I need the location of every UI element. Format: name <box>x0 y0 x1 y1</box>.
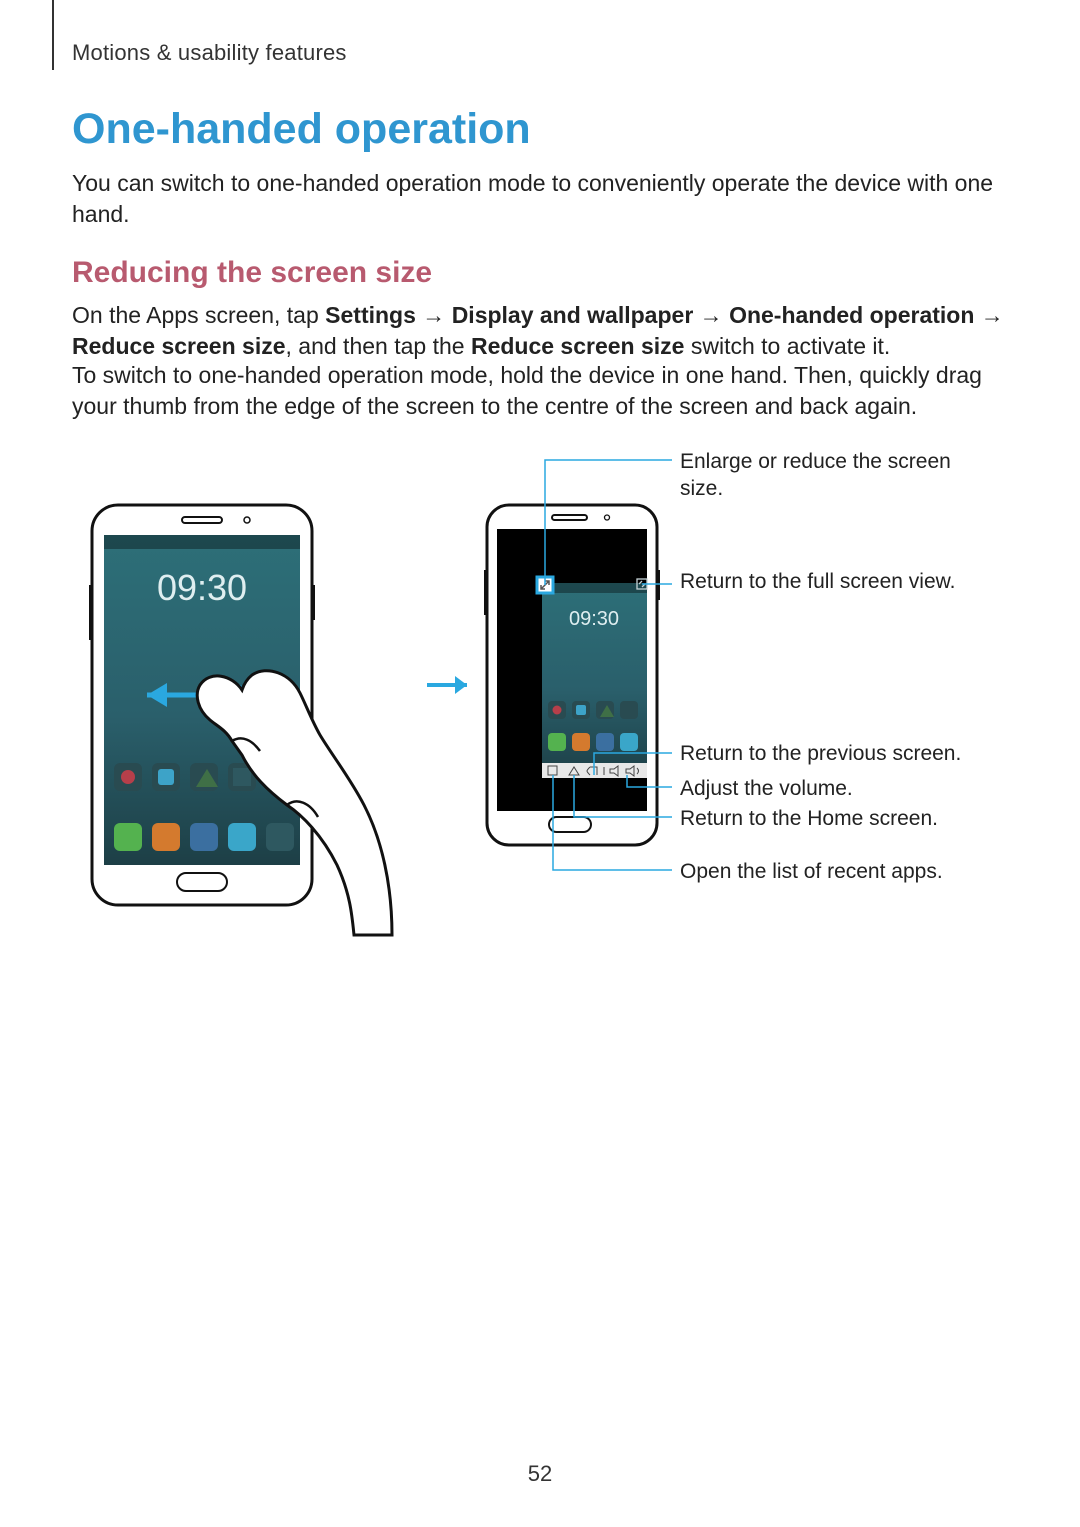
phone-right: 09:30 <box>484 505 660 845</box>
text-run: switch to activate it. <box>684 333 890 359</box>
paragraph-instructions-1: On the Apps screen, tap Settings → Displ… <box>72 300 1008 362</box>
text-run: → <box>693 302 729 328</box>
mini-screen: 09:30 <box>542 583 647 778</box>
paragraph-instructions-2: To switch to one-handed operation mode, … <box>72 360 1008 422</box>
text-bold: Settings <box>325 302 416 328</box>
section-side-rule <box>52 0 54 70</box>
running-header: Motions & usability features <box>72 40 347 66</box>
lockscreen-time: 09:30 <box>157 567 247 608</box>
page-number: 52 <box>0 1461 1080 1487</box>
callout-home: Return to the Home screen. <box>680 805 980 832</box>
callout-recent-apps: Open the list of recent apps. <box>680 858 980 885</box>
callout-enlarge-reduce: Enlarge or reduce the screen size. <box>680 448 980 503</box>
text-run: → <box>416 302 452 328</box>
figure-one-handed: Enlarge or reduce the screen size. Retur… <box>72 440 1008 940</box>
text-run: On the Apps screen, tap <box>72 302 325 328</box>
callout-full-screen: Return to the full screen view. <box>680 568 980 595</box>
heading-1: One-handed operation <box>72 105 531 154</box>
text-bold: Display and wallpaper <box>452 302 694 328</box>
callout-previous: Return to the previous screen. <box>680 740 980 767</box>
manual-page: Motions & usability features One-handed … <box>0 0 1080 1527</box>
text-bold: Reduce screen size <box>471 333 685 359</box>
text-run: → <box>974 302 1003 328</box>
text-run: , and then tap the <box>286 333 471 359</box>
paragraph-intro: You can switch to one-handed operation m… <box>72 168 1008 230</box>
heading-2: Reducing the screen size <box>72 256 432 290</box>
callout-volume: Adjust the volume. <box>680 775 980 802</box>
lockscreen-time-mini: 09:30 <box>569 608 619 630</box>
text-bold: One-handed operation <box>729 302 974 328</box>
text-bold: Reduce screen size <box>72 333 286 359</box>
transition-arrow-icon <box>427 676 467 694</box>
